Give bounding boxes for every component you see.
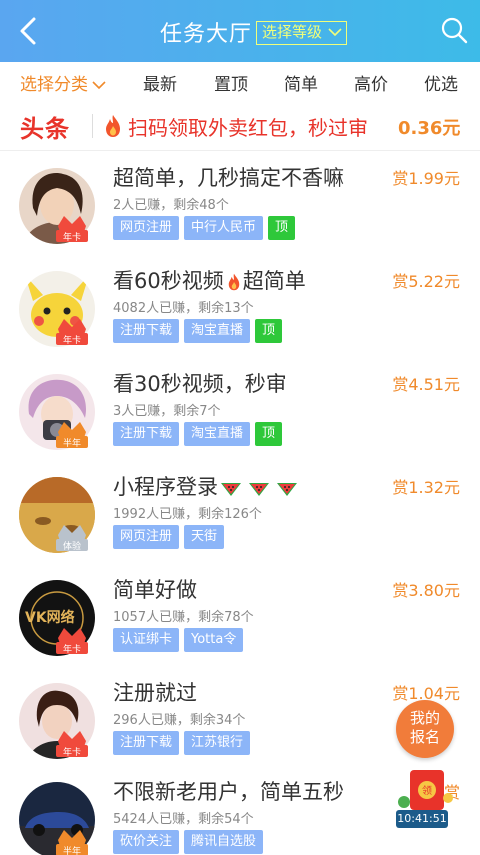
tag-list: 网页注册 中行人民币顶 (113, 216, 300, 240)
crown-badge-icon: 年卡 (56, 216, 88, 243)
watermelon-icon (221, 483, 241, 496)
task-meta: 5424人已赚，剩余54个 (113, 812, 254, 827)
tab-pinned[interactable]: 置顶 (214, 70, 248, 95)
level-select[interactable]: 选择等级 (256, 21, 348, 45)
task-tag: 网页注册 (113, 525, 180, 549)
task-tag: 江苏银行 (184, 731, 251, 755)
filter-tabs: 选择分类 最新 置顶 简单 高价 优选 (0, 62, 480, 100)
page-title: 任务大厅 (160, 22, 253, 47)
tab-category[interactable]: 选择分类 (20, 70, 106, 95)
task-tag: 注册下载 (113, 731, 180, 755)
pinned-tag: 顶 (255, 422, 283, 446)
svg-text:年卡: 年卡 (63, 334, 81, 346)
task-title: 简单好做 (113, 578, 197, 602)
level-select-label: 选择等级 (262, 23, 323, 41)
countdown-timer: 10:41:51 (396, 810, 448, 828)
svg-text:半年: 半年 (63, 845, 81, 855)
svg-text:年卡: 年卡 (63, 643, 81, 655)
svg-text:体验: 体验 (63, 540, 81, 552)
task-title-part: 看60秒视频 (113, 269, 224, 293)
pinned-tag: 顶 (268, 216, 296, 240)
task-meta: 2人已赚，剩余48个 (113, 198, 229, 213)
svg-text:年卡: 年卡 (63, 231, 81, 243)
task-title: 注册就过 (113, 681, 197, 705)
tab-label: 选择分类 (20, 75, 88, 95)
watermelon-icon (249, 483, 269, 496)
task-tag: 淘宝直播 (184, 422, 251, 446)
tag-list: 注册下载 江苏银行 (113, 731, 255, 755)
crown-badge-icon: 年卡 (56, 731, 88, 758)
signup-label-line2: 报名 (409, 728, 440, 746)
task-title: 看30秒视频，秒审 (113, 372, 287, 396)
tag-list: 网页注册 天街 (113, 525, 229, 549)
task-reward: 赏1.99元 (392, 169, 460, 188)
task-title: 超简单，几秒搞定不香嘛 (113, 166, 344, 190)
svg-text:半年: 半年 (63, 437, 81, 449)
headline-amount: 0.36元 (398, 118, 461, 139)
task-tag: 认证绑卡 (113, 628, 180, 652)
headline-ticker[interactable]: 头条 扫码领取外卖红包，秒过审 0.36元 (0, 104, 480, 148)
crown-badge-icon: 年卡 (56, 319, 88, 346)
task-tag: 注册下载 (113, 319, 180, 343)
chevron-down-icon (92, 81, 106, 90)
task-title: 不限新老用户，简单五秒 (113, 780, 344, 804)
task-item[interactable]: VK网络 年卡 简单好做 1057人已赚，剩余78个 赏3.80元 认证绑卡 Yo… (0, 574, 480, 676)
tab-easy[interactable]: 简单 (284, 70, 318, 95)
top-bar: 任务大厅 选择等级 (0, 0, 480, 62)
task-tag: 注册下载 (113, 422, 180, 446)
task-title-part: 小程序登录 (113, 475, 218, 499)
task-reward: 赏5.22元 (392, 272, 460, 291)
task-tag: 天街 (184, 525, 225, 549)
fire-icon (228, 273, 239, 291)
task-item[interactable]: 年卡 超简单，几秒搞定不香嘛 2人已赚，剩余48个 赏1.99元 网页注册 中行人… (0, 162, 480, 264)
task-meta: 1992人已赚，剩余126个 (113, 507, 262, 522)
headline-tag: 头条 (20, 115, 70, 143)
task-reward: 赏4.51元 (392, 375, 460, 394)
tab-preferred[interactable]: 优选 (424, 70, 458, 95)
task-title: 看60秒视频 超简单 (113, 265, 306, 295)
pinned-tag: 顶 (255, 319, 283, 343)
red-envelope-label: 领 (422, 784, 432, 797)
crown-badge-icon: 半年 (56, 422, 88, 449)
tag-list: 注册下载 淘宝直播顶 (113, 422, 287, 446)
search-icon[interactable] (440, 16, 468, 44)
task-title: 小程序登录 (113, 471, 298, 501)
crown-badge-icon: 体验 (56, 525, 88, 552)
task-item[interactable]: 年卡 看60秒视频 超简单 4082人已赚，剩余13个 赏5.22元 注册下载 淘宝… (0, 265, 480, 367)
svg-text:年卡: 年卡 (63, 746, 81, 758)
task-item[interactable]: 体验 小程序登录 1992人已赚，剩余126个 赏1.32元 网页注册 天街 (0, 471, 480, 573)
task-tag: 中行人民币 (184, 216, 264, 240)
task-tag: 砍价关注 (113, 830, 180, 854)
tab-high-price[interactable]: 高价 (354, 70, 388, 95)
tab-latest[interactable]: 最新 (143, 70, 177, 95)
my-signup-button[interactable]: 我的 报名 (396, 700, 454, 758)
crown-badge-icon: 半年 (56, 830, 88, 855)
task-meta: 4082人已赚，剩余13个 (113, 301, 254, 316)
task-title-part: 超简单 (242, 269, 306, 293)
task-item[interactable]: 半年 看30秒视频，秒审 3人已赚，剩余7个 赏4.51元 注册下载 淘宝直播顶 (0, 368, 480, 470)
task-meta: 3人已赚，剩余7个 (113, 404, 221, 419)
signup-label-line1: 我的 (409, 709, 440, 727)
back-icon[interactable] (12, 14, 44, 48)
watermelon-icon (277, 483, 297, 496)
task-tag: 网页注册 (113, 216, 180, 240)
divider (0, 150, 480, 151)
task-meta: 1057人已赚，剩余78个 (113, 610, 254, 625)
crown-badge-icon: 年卡 (56, 628, 88, 655)
chevron-down-icon (328, 28, 342, 37)
divider (92, 114, 93, 138)
task-tag: 淘宝直播 (184, 319, 251, 343)
task-reward: 赏3.80元 (392, 581, 460, 600)
tag-list: 注册下载 淘宝直播顶 (113, 319, 287, 343)
task-tag: Yotta令 (184, 628, 244, 652)
headline-text: 扫码领取外卖红包，秒过审 (128, 116, 368, 140)
task-reward: 赏1.32元 (392, 478, 460, 497)
task-meta: 296人已赚，剩余34个 (113, 713, 246, 728)
task-tag: 腾讯自选股 (184, 830, 264, 854)
tag-list: 认证绑卡 Yotta令 (113, 628, 248, 652)
fire-icon (106, 115, 120, 137)
tag-list: 砍价关注 腾讯自选股 (113, 830, 268, 854)
